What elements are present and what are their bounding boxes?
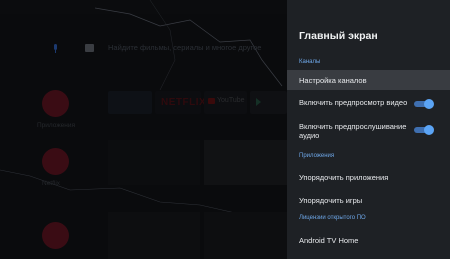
reorder-games-item[interactable]: Упорядочить игры: [287, 191, 450, 209]
netflix-logo-text: NETFLIX: [161, 97, 207, 108]
microphone-icon[interactable]: [52, 44, 59, 53]
content-thumbnail[interactable]: [204, 212, 287, 259]
channel-setup-item[interactable]: Настройка каналов: [287, 70, 450, 90]
section-header-channels: Каналы: [299, 59, 321, 65]
apps-label: Приложения: [37, 122, 76, 129]
panel-title: Главный экран: [299, 30, 378, 42]
search-hint[interactable]: Найдите фильмы, сериалы и многое другое: [108, 43, 261, 52]
netflix-channel-label: Netflix: [42, 180, 61, 187]
section-header-licenses: Лицензии открытого ПО: [299, 215, 366, 221]
content-thumbnail[interactable]: [204, 140, 287, 185]
youtube-channel-icon[interactable]: [42, 222, 69, 249]
home-screen-background: Найдите фильмы, сериалы и многое другое …: [0, 0, 287, 259]
keyboard-icon[interactable]: [85, 44, 94, 52]
content-thumbnail[interactable]: [108, 212, 200, 259]
reorder-games-label: Упорядочить игры: [299, 196, 363, 205]
toggle-knob: [424, 99, 434, 109]
video-preview-label: Включить предпросмотр видео: [299, 98, 408, 107]
reorder-apps-label: Упорядочить приложения: [299, 173, 389, 182]
android-tv-home-label: Android TV Home: [299, 236, 359, 245]
audio-preview-label-line2: аудио: [299, 131, 320, 140]
channel-setup-label: Настройка каналов: [299, 76, 367, 85]
reorder-apps-item[interactable]: Упорядочить приложения: [287, 168, 450, 186]
audio-preview-toggle[interactable]: [414, 125, 434, 135]
section-header-apps: Приложения: [299, 153, 335, 159]
audio-preview-label-line1: Включить предпрослушивание: [299, 122, 407, 131]
apps-icon[interactable]: [42, 90, 69, 117]
android-tv-home-item[interactable]: Android TV Home: [287, 232, 450, 250]
home-screen-settings-panel: Главный экран Каналы Настройка каналов В…: [287, 0, 450, 259]
youtube-logo-text: YouTube: [217, 97, 245, 104]
google-play-icon: [256, 98, 261, 106]
video-preview-toggle[interactable]: [414, 99, 434, 109]
netflix-channel-icon[interactable]: [42, 148, 69, 175]
tv-app-tile[interactable]: [108, 91, 152, 114]
toggle-knob: [424, 125, 434, 135]
content-thumbnail[interactable]: [108, 140, 200, 185]
audio-preview-item[interactable]: Включить предпрослушивание аудио: [287, 117, 450, 145]
youtube-icon: [208, 98, 215, 104]
video-preview-item[interactable]: Включить предпросмотр видео: [287, 92, 450, 114]
